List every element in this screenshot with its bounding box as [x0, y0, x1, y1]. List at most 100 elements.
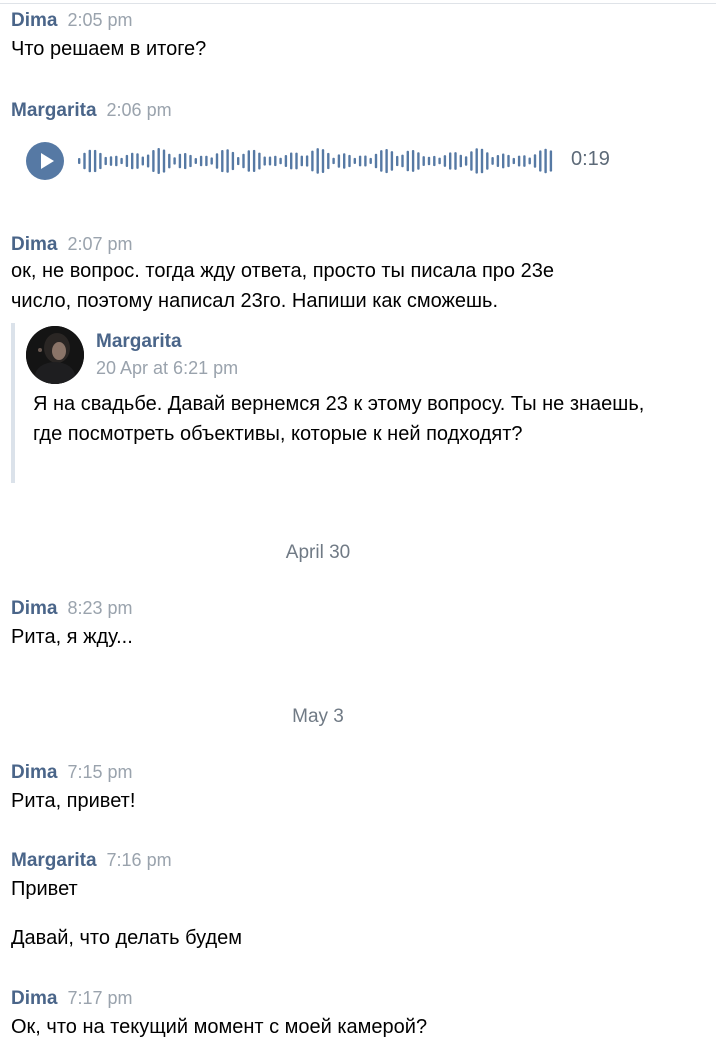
waveform-bar	[199, 155, 203, 167]
waveform-bar	[136, 153, 139, 169]
author-name[interactable]: Margarita	[11, 100, 97, 121]
message-author[interactable]: Margarita 2:06 pm	[11, 100, 172, 122]
voice-waveform[interactable]	[78, 142, 558, 180]
waveform-bar	[173, 157, 176, 165]
waveform-bar	[343, 153, 346, 169]
avatar[interactable]	[26, 326, 84, 384]
message-time: 2:06 pm	[106, 100, 172, 120]
waveform-bar	[486, 152, 489, 170]
message-author[interactable]: Dima 7:15 pm	[11, 762, 133, 784]
waveform-bar	[157, 148, 160, 174]
voice-duration: 0:19	[571, 148, 610, 170]
waveform-bar	[470, 151, 473, 171]
message-text: Привет	[11, 878, 78, 900]
forwarded-quote-bar	[11, 323, 15, 483]
waveform-bar	[464, 156, 468, 166]
waveform-bar	[279, 157, 282, 165]
waveform-bar	[268, 156, 272, 166]
play-icon[interactable]	[26, 142, 64, 180]
waveform-bar	[369, 157, 372, 164]
author-name[interactable]: Margarita	[11, 850, 97, 871]
waveform-bar	[422, 156, 425, 166]
waveform-bar	[454, 152, 457, 170]
quote-author[interactable]: Margarita	[96, 331, 182, 353]
author-name[interactable]: Dima	[11, 598, 57, 619]
author-name[interactable]: Dima	[11, 234, 57, 255]
waveform-bar	[539, 150, 542, 172]
waveform-bar	[502, 153, 505, 169]
waveform-bar	[247, 150, 250, 172]
waveform-bar	[364, 155, 367, 167]
message-time: 8:23 pm	[67, 598, 133, 618]
waveform-bar	[374, 153, 378, 169]
message-text: Рита, я жду...	[11, 626, 133, 648]
waveform-bar	[237, 157, 240, 166]
waveform-bar	[168, 153, 171, 169]
waveform-bar	[305, 155, 309, 167]
waveform-bar	[99, 152, 102, 170]
waveform-bar	[321, 149, 325, 173]
waveform-bar	[480, 148, 484, 174]
waveform-bar	[523, 155, 526, 167]
waveform-bar	[178, 153, 182, 169]
waveform-bar	[533, 154, 537, 168]
waveform-bar	[406, 150, 409, 172]
message-author[interactable]: Dima 2:05 pm	[11, 10, 133, 32]
waveform-bar	[263, 156, 266, 166]
waveform-bar	[109, 156, 113, 166]
waveform-bar	[316, 148, 319, 174]
waveform-bar	[311, 150, 314, 172]
message-time: 2:07 pm	[67, 234, 133, 254]
message-author[interactable]: Margarita 7:16 pm	[11, 850, 172, 872]
top-divider	[0, 3, 716, 4]
waveform-bar	[438, 157, 441, 165]
message-time: 7:17 pm	[67, 988, 133, 1008]
date-separator: April 30	[285, 542, 351, 563]
waveform-bar	[396, 155, 399, 167]
waveform-bar	[221, 150, 224, 173]
waveform-bar	[162, 149, 166, 173]
waveform-bar	[417, 152, 420, 170]
message-author[interactable]: Dima 2:07 pm	[11, 234, 133, 256]
waveform-bar	[337, 154, 341, 168]
waveform-bar	[300, 155, 303, 167]
waveform-bar	[390, 151, 394, 171]
message-time: 7:15 pm	[67, 762, 133, 782]
waveform-bar	[194, 158, 197, 164]
waveform-bar	[295, 152, 298, 170]
waveform-bar	[88, 149, 91, 173]
message-text: Рита, привет!	[11, 790, 136, 812]
waveform-bar	[252, 149, 256, 172]
waveform-bar	[115, 155, 118, 167]
waveform-bar	[544, 148, 547, 174]
message-time: 7:16 pm	[106, 850, 172, 870]
waveform-bar	[125, 154, 129, 167]
waveform-bar	[120, 157, 123, 165]
waveform-bar	[517, 155, 521, 167]
message-author[interactable]: Dima 7:17 pm	[11, 988, 133, 1010]
waveform-bar	[411, 150, 415, 172]
waveform-bar	[348, 154, 351, 168]
waveform-bar	[141, 156, 144, 166]
waveform-bar	[205, 155, 208, 167]
waveform-bar	[507, 154, 510, 168]
waveform-bar	[78, 158, 81, 164]
message-author[interactable]: Dima 8:23 pm	[11, 598, 133, 620]
waveform-bar	[104, 156, 107, 166]
waveform-bar	[475, 148, 478, 174]
waveform-bar	[152, 150, 155, 172]
waveform-bar	[433, 155, 436, 167]
waveform-bar	[401, 154, 404, 168]
waveform-bar	[258, 152, 261, 170]
waveform-bar	[528, 157, 531, 165]
quote-date: 20 Apr at 6:21 pm	[96, 358, 239, 378]
author-name[interactable]: Dima	[11, 762, 57, 783]
waveform-bar	[443, 155, 447, 167]
waveform-bar	[358, 155, 362, 167]
waveform-bar	[491, 157, 494, 165]
waveform-bar	[93, 149, 97, 173]
waveform-bar	[380, 150, 383, 172]
waveform-bar	[83, 152, 86, 170]
author-name[interactable]: Dima	[11, 10, 57, 31]
author-name[interactable]: Dima	[11, 988, 57, 1009]
